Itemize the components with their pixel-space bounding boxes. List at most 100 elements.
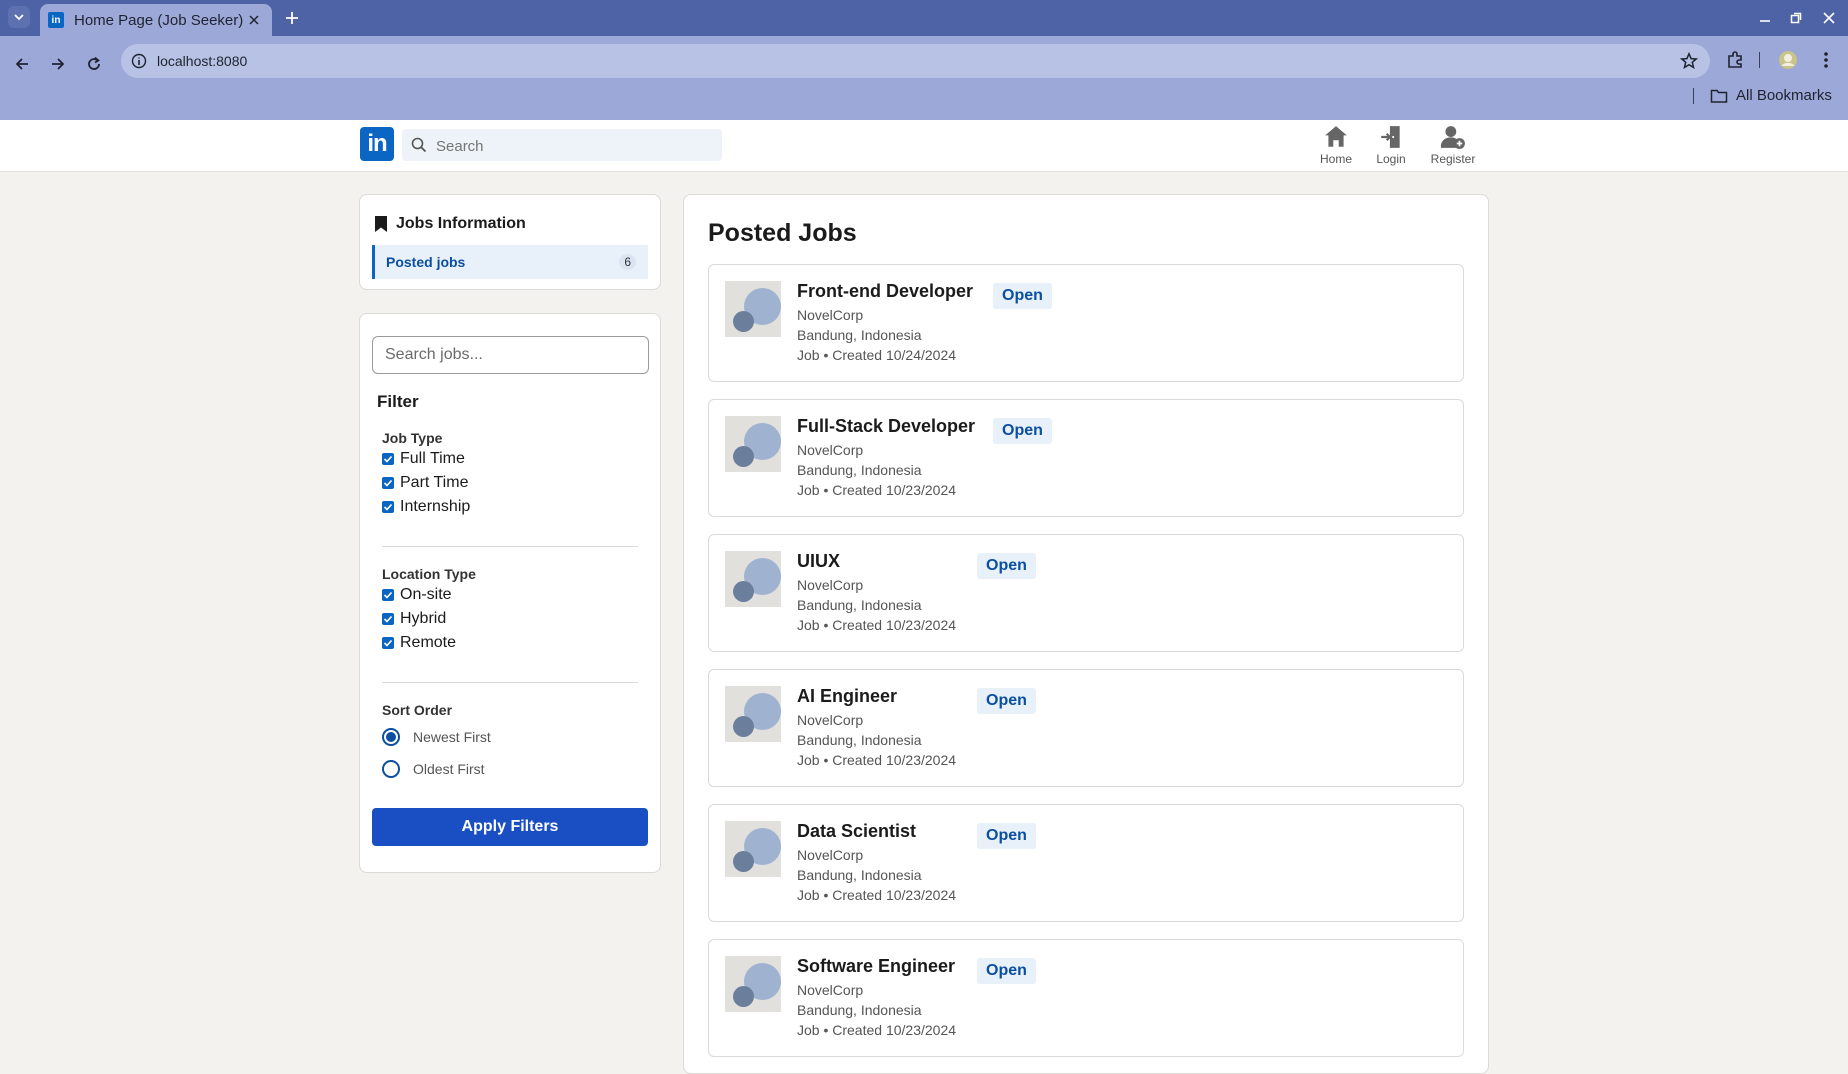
hybrid-label: Hybrid [400,610,447,627]
job-card[interactable]: AI Engineer Open NovelCorp Bandung, Indo… [708,669,1464,787]
job-title[interactable]: AI Engineer [797,686,897,707]
close-window-icon[interactable] [1820,9,1838,27]
checkbox-on-site[interactable]: On-site [382,586,452,604]
minimize-icon[interactable] [1756,9,1774,27]
checkbox-hybrid[interactable]: Hybrid [382,610,446,628]
job-location: Bandung, Indonesia [797,867,922,883]
full-time-label: Full Time [400,450,465,467]
filter-heading: Filter [377,392,419,411]
linkedin-favicon-icon: in [48,12,64,28]
reload-icon[interactable] [80,50,108,78]
company-logo [725,416,781,472]
extensions-icon[interactable] [1725,49,1747,71]
home-icon [1325,126,1347,147]
apply-filters-button[interactable]: Apply Filters [372,808,648,846]
register-icon [1440,126,1465,149]
forward-icon[interactable] [44,50,72,78]
bookmark-icon [375,216,387,232]
jobs-information-heading: Jobs Information [374,215,526,233]
checkbox-checked-icon[interactable] [382,613,394,625]
back-icon[interactable] [8,50,36,78]
posted-jobs-link[interactable]: Posted jobs 6 [372,245,648,279]
filter-card: Filter Job Type Full Time Part Time Inte… [359,313,661,873]
job-card[interactable]: Software Engineer Open NovelCorp Bandung… [708,939,1464,1057]
posted-jobs-count: 6 [619,254,636,270]
browser-tab[interactable]: in Home Page (Job Seeker) [40,4,272,36]
job-title[interactable]: UIUX [797,551,840,572]
checkbox-full-time[interactable]: Full Time [382,450,465,468]
nav-register-label: Register [1430,152,1476,166]
job-title[interactable]: Data Scientist [797,821,916,842]
job-title[interactable]: Software Engineer [797,956,955,977]
checkbox-checked-icon[interactable] [382,501,394,513]
job-card[interactable]: Front-end Developer Open NovelCorp Bandu… [708,264,1464,382]
job-title[interactable]: Full-Stack Developer [797,416,975,437]
posted-jobs-label: Posted jobs [386,254,466,270]
sort-order-heading: Sort Order [382,702,453,718]
app-header: in Home Login Register [0,120,1848,172]
address-bar[interactable]: localhost:8080 [121,44,1710,78]
folder-icon [1710,89,1728,103]
company-logo [725,281,781,337]
job-location: Bandung, Indonesia [797,1002,922,1018]
jobs-information-card: Jobs Information Posted jobs 6 [359,194,661,290]
radio-selected-icon[interactable] [382,728,400,746]
checkbox-checked-icon[interactable] [382,637,394,649]
posted-jobs-panel: Posted Jobs Front-end Developer Open Nov… [683,194,1489,1074]
restore-icon[interactable] [1787,9,1805,27]
nav-register[interactable]: Register [1422,124,1484,168]
checkbox-part-time[interactable]: Part Time [382,474,468,492]
global-search[interactable] [402,129,722,163]
profile-avatar[interactable] [1777,49,1799,71]
checkbox-checked-icon[interactable] [382,477,394,489]
login-icon [1381,126,1400,148]
job-meta: Job • Created 10/23/2024 [797,887,957,903]
all-bookmarks-button[interactable]: All Bookmarks [1710,87,1832,104]
job-card[interactable]: Full-Stack Developer Open NovelCorp Band… [708,399,1464,517]
company-logo [725,821,781,877]
checkbox-checked-icon[interactable] [382,453,394,465]
new-tab-icon[interactable] [282,8,302,28]
tab-close-icon[interactable] [246,12,262,28]
checkbox-internship[interactable]: Internship [382,498,470,516]
oldest-first-label: Oldest First [413,761,485,777]
divider [382,546,638,547]
job-meta: Job • Created 10/23/2024 [797,1022,957,1038]
job-title[interactable]: Front-end Developer [797,281,973,302]
global-search-input[interactable] [434,129,718,163]
site-info-icon[interactable] [131,53,147,69]
newest-first-label: Newest First [413,729,491,745]
toolbar-divider [1759,52,1760,68]
location-type-heading: Location Type [382,566,476,582]
tab-search-dropdown-icon[interactable] [8,6,30,28]
checkbox-remote[interactable]: Remote [382,634,456,652]
job-card[interactable]: Data Scientist Open NovelCorp Bandung, I… [708,804,1464,922]
job-company: NovelCorp [797,577,864,593]
tab-title: Home Page (Job Seeker) [74,11,244,29]
job-search-input[interactable] [372,336,649,374]
job-card[interactable]: UIUX Open NovelCorp Bandung, Indonesia J… [708,534,1464,652]
nav-login[interactable]: Login [1360,124,1422,168]
company-logo [725,551,781,607]
job-company: NovelCorp [797,712,864,728]
browser-menu-icon[interactable] [1815,49,1837,71]
checkbox-checked-icon[interactable] [382,589,394,601]
job-company: NovelCorp [797,442,864,458]
job-meta: Job • Created 10/23/2024 [797,482,957,498]
job-location: Bandung, Indonesia [797,597,922,613]
status-badge: Open [977,688,1036,714]
company-logo [725,956,781,1012]
linkedin-logo[interactable]: in [360,127,394,161]
radio-newest-first[interactable]: Newest First [382,728,491,746]
radio-oldest-first[interactable]: Oldest First [382,760,485,778]
job-company: NovelCorp [797,307,864,323]
on-site-label: On-site [400,586,452,603]
bookmark-star-icon[interactable] [1680,52,1698,70]
nav-home[interactable]: Home [1305,124,1367,168]
job-location: Bandung, Indonesia [797,462,922,478]
browser-tab-bar: in Home Page (Job Seeker) [0,0,1848,36]
radio-unselected-icon[interactable] [382,760,400,778]
search-icon [411,137,427,153]
status-badge: Open [993,418,1052,444]
company-logo [725,686,781,742]
